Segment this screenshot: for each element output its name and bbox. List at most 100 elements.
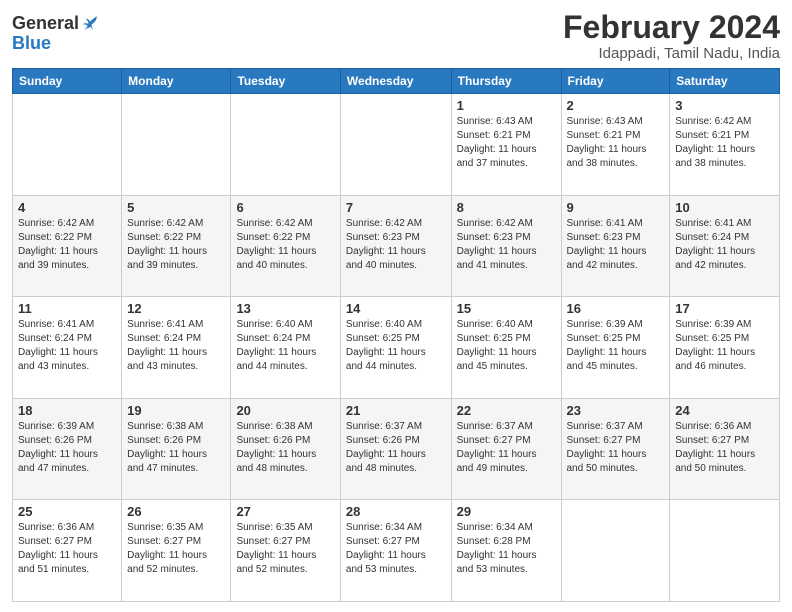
day-number: 29 (457, 504, 556, 519)
day-cell-23: 23 Sunrise: 6:37 AM Sunset: 6:27 PM Dayli… (561, 398, 670, 500)
day-info: Sunrise: 6:37 AM Sunset: 6:27 PM Dayligh… (567, 420, 665, 476)
day-info: Sunrise: 6:42 AM Sunset: 6:21 PM Dayligh… (675, 115, 774, 171)
day-info: Sunrise: 6:43 AM Sunset: 6:21 PM Dayligh… (567, 115, 665, 171)
day-number: 17 (675, 301, 774, 316)
day-number: 6 (236, 200, 334, 215)
day-info: Sunrise: 6:37 AM Sunset: 6:26 PM Dayligh… (346, 420, 446, 476)
day-cell-20: 20Sunrise: 6:38 AM Sunset: 6:26 PM Dayli… (231, 398, 340, 500)
day-number: 21 (346, 403, 446, 418)
day-cell-8: 8 Sunrise: 6:42 AM Sunset: 6:23 PM Daylig… (451, 195, 561, 297)
day-number: 5 (127, 200, 225, 215)
week-row-1: 1Sunrise: 6:43 AM Sunset: 6:21 PM Daylig… (13, 94, 780, 196)
empty-cell (340, 94, 451, 196)
day-info: Sunrise: 6:42 AM Sunset: 6:22 PM Dayligh… (236, 217, 334, 273)
day-cell-4: 4 Sunrise: 6:42 AM Sunset: 6:22 PM Daylig… (13, 195, 122, 297)
day-info: Sunrise: 6:40 AM Sunset: 6:25 PM Dayligh… (457, 318, 556, 374)
day-cell-5: 5 Sunrise: 6:42 AM Sunset: 6:22 PM Daylig… (122, 195, 231, 297)
day-number: 25 (18, 504, 116, 519)
day-number: 18 (18, 403, 116, 418)
day-cell-27: 27 Sunrise: 6:35 AM Sunset: 6:27 PM Dayli… (231, 500, 340, 602)
day-number: 13 (236, 301, 334, 316)
week-row-2: 4 Sunrise: 6:42 AM Sunset: 6:22 PM Daylig… (13, 195, 780, 297)
day-number: 12 (127, 301, 225, 316)
col-header-wednesday: Wednesday (340, 69, 451, 94)
day-cell-9: 9 Sunrise: 6:41 AM Sunset: 6:23 PM Daylig… (561, 195, 670, 297)
col-header-sunday: Sunday (13, 69, 122, 94)
day-cell-11: 11 Sunrise: 6:41 AM Sunset: 6:24 PM Dayli… (13, 297, 122, 399)
day-cell-12: 12 Sunrise: 6:41 AM Sunset: 6:24 PM Dayli… (122, 297, 231, 399)
day-number: 3 (675, 98, 774, 113)
day-number: 23 (567, 403, 665, 418)
day-cell-28: 28Sunrise: 6:34 AM Sunset: 6:27 PM Dayli… (340, 500, 451, 602)
day-number: 28 (346, 504, 446, 519)
day-cell-24: 24Sunrise: 6:36 AM Sunset: 6:27 PM Dayli… (670, 398, 780, 500)
day-info: Sunrise: 6:36 AM Sunset: 6:27 PM Dayligh… (18, 521, 116, 577)
logo-bird-icon (81, 14, 99, 32)
day-info: Sunrise: 6:42 AM Sunset: 6:23 PM Dayligh… (457, 217, 556, 273)
day-number: 11 (18, 301, 116, 316)
day-number: 26 (127, 504, 225, 519)
day-info: Sunrise: 6:39 AM Sunset: 6:26 PM Dayligh… (18, 420, 116, 476)
day-info: Sunrise: 6:40 AM Sunset: 6:25 PM Dayligh… (346, 318, 446, 374)
day-number: 10 (675, 200, 774, 215)
day-cell-10: 10 Sunrise: 6:41 AM Sunset: 6:24 PM Dayli… (670, 195, 780, 297)
day-cell-17: 17 Sunrise: 6:39 AM Sunset: 6:25 PM Dayli… (670, 297, 780, 399)
day-number: 22 (457, 403, 556, 418)
day-info: Sunrise: 6:38 AM Sunset: 6:26 PM Dayligh… (127, 420, 225, 476)
col-header-thursday: Thursday (451, 69, 561, 94)
logo: General Blue (12, 14, 99, 54)
day-cell-7: 7Sunrise: 6:42 AM Sunset: 6:23 PM Daylig… (340, 195, 451, 297)
day-cell-25: 25 Sunrise: 6:36 AM Sunset: 6:27 PM Dayli… (13, 500, 122, 602)
week-row-5: 25 Sunrise: 6:36 AM Sunset: 6:27 PM Dayli… (13, 500, 780, 602)
col-header-tuesday: Tuesday (231, 69, 340, 94)
day-cell-22: 22Sunrise: 6:37 AM Sunset: 6:27 PM Dayli… (451, 398, 561, 500)
title-block: February 2024 Idappadi, Tamil Nadu, Indi… (563, 10, 780, 62)
logo-text-general: General (12, 14, 79, 34)
day-cell-3: 3 Sunrise: 6:42 AM Sunset: 6:21 PM Daylig… (670, 94, 780, 196)
day-cell-18: 18 Sunrise: 6:39 AM Sunset: 6:26 PM Dayli… (13, 398, 122, 500)
day-cell-26: 26 Sunrise: 6:35 AM Sunset: 6:27 PM Dayli… (122, 500, 231, 602)
day-number: 8 (457, 200, 556, 215)
day-cell-1: 1Sunrise: 6:43 AM Sunset: 6:21 PM Daylig… (451, 94, 561, 196)
day-number: 20 (236, 403, 334, 418)
day-info: Sunrise: 6:43 AM Sunset: 6:21 PM Dayligh… (457, 115, 556, 171)
day-cell-16: 16Sunrise: 6:39 AM Sunset: 6:25 PM Dayli… (561, 297, 670, 399)
empty-cell (13, 94, 122, 196)
day-info: Sunrise: 6:39 AM Sunset: 6:25 PM Dayligh… (675, 318, 774, 374)
empty-cell (231, 94, 340, 196)
day-number: 2 (567, 98, 665, 113)
day-cell-19: 19 Sunrise: 6:38 AM Sunset: 6:26 PM Dayli… (122, 398, 231, 500)
day-info: Sunrise: 6:41 AM Sunset: 6:24 PM Dayligh… (18, 318, 116, 374)
day-number: 9 (567, 200, 665, 215)
calendar-table: SundayMondayTuesdayWednesdayThursdayFrid… (12, 68, 780, 602)
day-info: Sunrise: 6:41 AM Sunset: 6:23 PM Dayligh… (567, 217, 665, 273)
day-info: Sunrise: 6:40 AM Sunset: 6:24 PM Dayligh… (236, 318, 334, 374)
week-row-4: 18 Sunrise: 6:39 AM Sunset: 6:26 PM Dayli… (13, 398, 780, 500)
header: General Blue February 2024 Idappadi, Tam… (12, 10, 780, 62)
day-cell-29: 29 Sunrise: 6:34 AM Sunset: 6:28 PM Dayli… (451, 500, 561, 602)
week-row-3: 11 Sunrise: 6:41 AM Sunset: 6:24 PM Dayli… (13, 297, 780, 399)
page: General Blue February 2024 Idappadi, Tam… (0, 0, 792, 612)
day-number: 4 (18, 200, 116, 215)
day-info: Sunrise: 6:35 AM Sunset: 6:27 PM Dayligh… (236, 521, 334, 577)
day-number: 19 (127, 403, 225, 418)
day-info: Sunrise: 6:36 AM Sunset: 6:27 PM Dayligh… (675, 420, 774, 476)
day-info: Sunrise: 6:39 AM Sunset: 6:25 PM Dayligh… (567, 318, 665, 374)
day-number: 27 (236, 504, 334, 519)
day-info: Sunrise: 6:42 AM Sunset: 6:22 PM Dayligh… (127, 217, 225, 273)
header-row: SundayMondayTuesdayWednesdayThursdayFrid… (13, 69, 780, 94)
day-info: Sunrise: 6:41 AM Sunset: 6:24 PM Dayligh… (127, 318, 225, 374)
col-header-saturday: Saturday (670, 69, 780, 94)
day-number: 15 (457, 301, 556, 316)
day-info: Sunrise: 6:41 AM Sunset: 6:24 PM Dayligh… (675, 217, 774, 273)
empty-cell (670, 500, 780, 602)
day-cell-15: 15 Sunrise: 6:40 AM Sunset: 6:25 PM Dayli… (451, 297, 561, 399)
logo-text-blue: Blue (12, 33, 51, 53)
day-info: Sunrise: 6:42 AM Sunset: 6:22 PM Dayligh… (18, 217, 116, 273)
empty-cell (122, 94, 231, 196)
day-info: Sunrise: 6:35 AM Sunset: 6:27 PM Dayligh… (127, 521, 225, 577)
day-info: Sunrise: 6:42 AM Sunset: 6:23 PM Dayligh… (346, 217, 446, 273)
day-cell-2: 2 Sunrise: 6:43 AM Sunset: 6:21 PM Daylig… (561, 94, 670, 196)
day-info: Sunrise: 6:34 AM Sunset: 6:28 PM Dayligh… (457, 521, 556, 577)
col-header-friday: Friday (561, 69, 670, 94)
